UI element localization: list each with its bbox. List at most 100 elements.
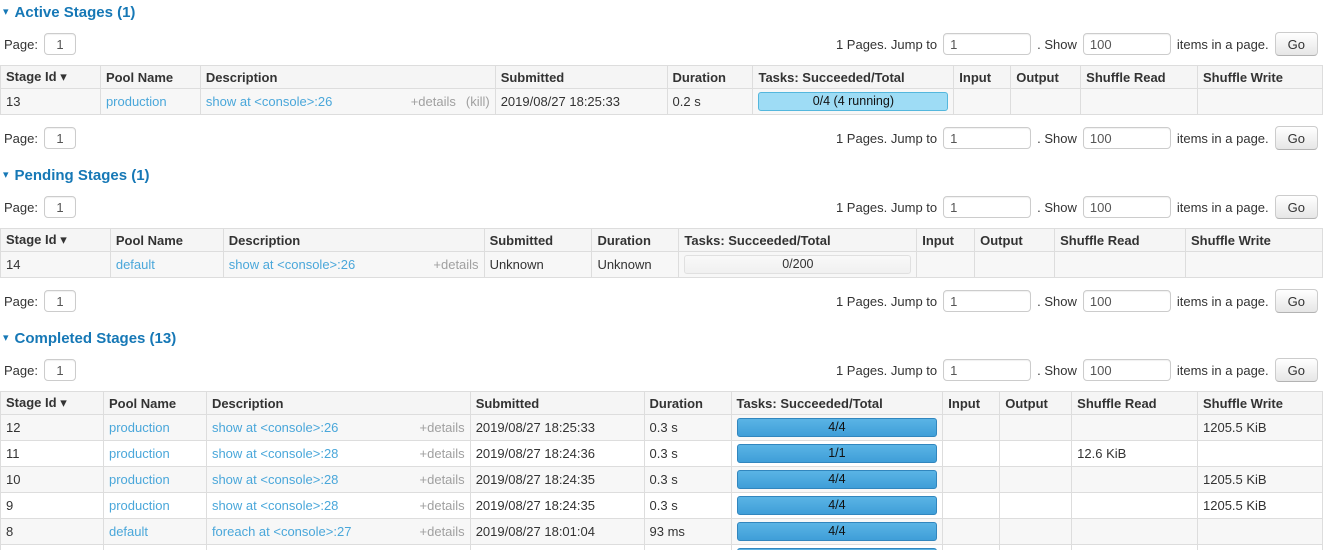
column-header-output[interactable]: Output (1000, 392, 1072, 415)
page-number-input[interactable] (44, 33, 76, 55)
cell-pool: production (103, 441, 206, 467)
details-toggle[interactable]: +details (420, 524, 465, 539)
details-toggle[interactable]: +details (411, 94, 456, 109)
pool-name-link[interactable]: default (116, 257, 155, 272)
cell-desc: show at <console>:28 +details (206, 467, 470, 493)
column-header-stage-id[interactable]: Stage Id ▾ (1, 392, 104, 415)
column-header-pool[interactable]: Pool Name (100, 66, 200, 89)
column-header-shuffle-read[interactable]: Shuffle Read (1055, 229, 1186, 252)
page-number-input[interactable] (44, 196, 76, 218)
jump-to-input[interactable] (943, 359, 1031, 381)
active-bottom-pagination-row: Page: 1 Pages. Jump to . Show items in a… (4, 125, 1318, 151)
stages-page: ▾ Active Stages (1) Page: 1 Pages. Jump … (0, 0, 1323, 550)
pending-stages-header[interactable]: ▾ Pending Stages (1) (3, 167, 1323, 184)
cell-desc: foreach at <console>:27 +details (206, 519, 470, 545)
column-header-desc[interactable]: Description (223, 229, 484, 252)
column-header-stage-id[interactable]: Stage Id ▾ (1, 66, 101, 89)
column-header-shuffle-read[interactable]: Shuffle Read (1072, 392, 1198, 415)
column-header-input[interactable]: Input (954, 66, 1011, 89)
details-toggle[interactable]: +details (420, 498, 465, 513)
column-header-tasks[interactable]: Tasks: Succeeded/Total (753, 66, 954, 89)
column-header-shuffle-write[interactable]: Shuffle Write (1185, 229, 1322, 252)
description-link[interactable]: show at <console>:26 (206, 94, 332, 109)
column-header-shuffle-write[interactable]: Shuffle Write (1198, 392, 1323, 415)
show-count-input[interactable] (1083, 127, 1171, 149)
show-label: . Show (1037, 200, 1077, 215)
column-header-desc[interactable]: Description (206, 392, 470, 415)
column-header-duration[interactable]: Duration (667, 66, 753, 89)
active-stages-header[interactable]: ▾ Active Stages (1) (3, 4, 1323, 21)
show-count-input[interactable] (1083, 33, 1171, 55)
stage-row: 9productionshow at <console>:28+details2… (1, 493, 1323, 519)
cell-pool: production (100, 89, 200, 115)
column-header-pool[interactable]: Pool Name (110, 229, 223, 252)
description-link[interactable]: show at <console>:28 (212, 446, 338, 461)
column-header-submitted[interactable]: Submitted (495, 66, 667, 89)
column-header-duration[interactable]: Duration (644, 392, 731, 415)
page-number-input[interactable] (44, 127, 76, 149)
stage-row: 7defaultforeach at <console>:27+details2… (1, 545, 1323, 550)
go-button[interactable]: Go (1275, 289, 1318, 313)
show-count-input[interactable] (1083, 359, 1171, 381)
page-number-input[interactable] (44, 290, 76, 312)
pool-name-link[interactable]: production (109, 446, 170, 461)
cell-desc: show at <console>:26 +details (206, 415, 470, 441)
column-header-submitted[interactable]: Submitted (470, 392, 644, 415)
go-button[interactable]: Go (1275, 126, 1318, 150)
description-link[interactable]: foreach at <console>:27 (212, 524, 352, 539)
cell-shuffle-write: 1205.5 KiB (1198, 415, 1323, 441)
column-header-pool[interactable]: Pool Name (103, 392, 206, 415)
details-toggle[interactable]: +details (433, 257, 478, 272)
column-header-duration[interactable]: Duration (592, 229, 679, 252)
cell-pool: default (110, 252, 223, 278)
completed-stages-header[interactable]: ▾ Completed Stages (13) (3, 330, 1323, 347)
cell-input (943, 493, 1000, 519)
go-button[interactable]: Go (1275, 195, 1318, 219)
details-toggle[interactable]: +details (420, 472, 465, 487)
cell-duration: Unknown (592, 252, 679, 278)
tasks-progress-bar: 0/4 (4 running) (758, 92, 948, 111)
column-header-output[interactable]: Output (975, 229, 1055, 252)
description-link[interactable]: show at <console>:26 (212, 420, 338, 435)
pool-name-link[interactable]: production (106, 94, 167, 109)
pool-name-link[interactable]: production (109, 498, 170, 513)
jump-to-input[interactable] (943, 127, 1031, 149)
cell-shuffle-write (1185, 252, 1322, 278)
description-link[interactable]: show at <console>:28 (212, 498, 338, 513)
pool-name-link[interactable]: production (109, 472, 170, 487)
column-header-output[interactable]: Output (1011, 66, 1081, 89)
cell-shuffle-write (1198, 89, 1323, 115)
column-header-tasks[interactable]: Tasks: Succeeded/Total (731, 392, 943, 415)
cell-shuffle-read (1072, 519, 1198, 545)
column-header-tasks[interactable]: Tasks: Succeeded/Total (679, 229, 917, 252)
active-stages-table: Stage Id ▾Pool NameDescriptionSubmittedD… (0, 65, 1323, 115)
show-count-input[interactable] (1083, 196, 1171, 218)
column-header-desc[interactable]: Description (200, 66, 495, 89)
cell-input (917, 252, 975, 278)
column-header-stage-id[interactable]: Stage Id ▾ (1, 229, 111, 252)
kill-link[interactable]: (kill) (466, 94, 490, 109)
column-header-shuffle-write[interactable]: Shuffle Write (1198, 66, 1323, 89)
column-header-shuffle-read[interactable]: Shuffle Read (1081, 66, 1198, 89)
column-header-input[interactable]: Input (917, 229, 975, 252)
go-button[interactable]: Go (1275, 358, 1318, 382)
go-button[interactable]: Go (1275, 32, 1318, 56)
column-header-input[interactable]: Input (943, 392, 1000, 415)
description-link[interactable]: show at <console>:26 (229, 257, 355, 272)
jump-to-input[interactable] (943, 290, 1031, 312)
cell-desc: foreach at <console>:27+details (206, 545, 470, 550)
description-link[interactable]: show at <console>:28 (212, 472, 338, 487)
pool-name-link[interactable]: default (109, 524, 148, 539)
show-count-input[interactable] (1083, 290, 1171, 312)
active-top-pagination-row: Page: 1 Pages. Jump to . Show items in a… (4, 31, 1318, 57)
details-toggle[interactable]: +details (420, 446, 465, 461)
cell-pool: production (103, 467, 206, 493)
pool-name-link[interactable]: production (109, 420, 170, 435)
jump-to-input[interactable] (943, 196, 1031, 218)
cell-pool: production (103, 493, 206, 519)
page-number-input[interactable] (44, 359, 76, 381)
cell-shuffle-read (1072, 493, 1198, 519)
details-toggle[interactable]: +details (420, 420, 465, 435)
column-header-submitted[interactable]: Submitted (484, 229, 592, 252)
jump-to-input[interactable] (943, 33, 1031, 55)
